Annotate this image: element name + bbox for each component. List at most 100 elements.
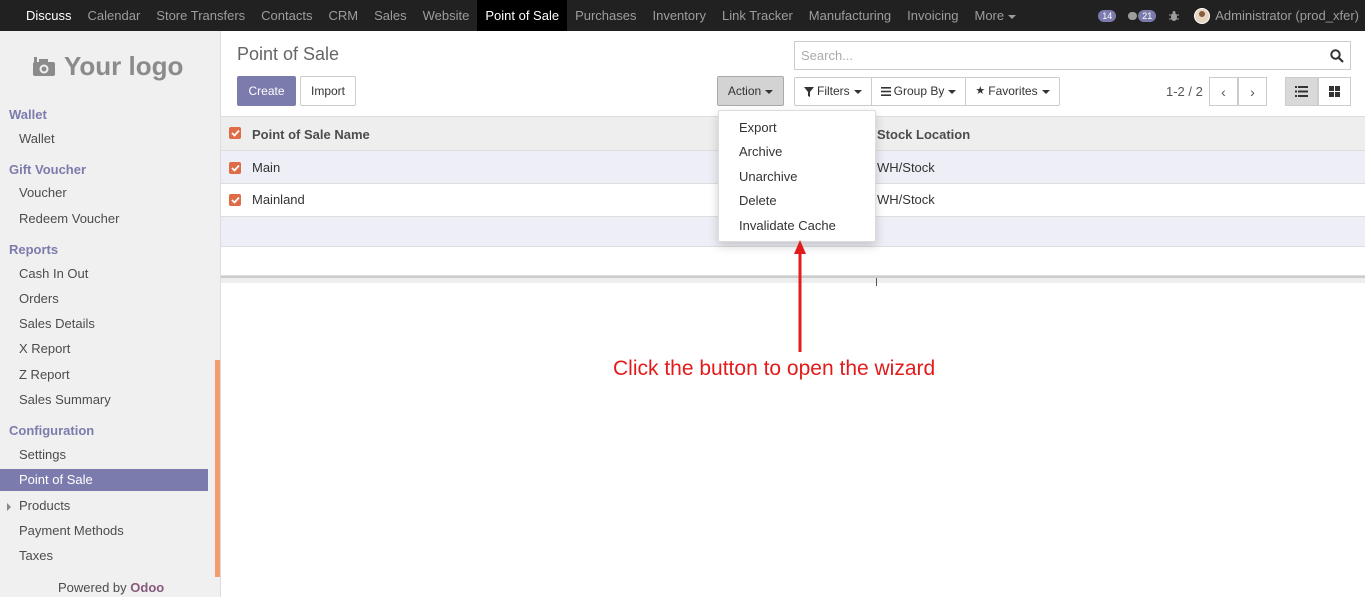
caret-right-icon xyxy=(7,503,11,511)
chevron-down-icon xyxy=(765,89,774,94)
sidebar-item-voucher[interactable]: Voucher xyxy=(0,182,208,204)
sidebar-item-point-of-sale[interactable]: Point of Sale xyxy=(0,469,208,491)
menu-point-of-sale[interactable]: Point of Sale xyxy=(477,0,568,31)
menu-invoicing[interactable]: Invoicing xyxy=(899,0,966,31)
sidebar-item-payment-methods[interactable]: Payment Methods xyxy=(0,520,208,542)
column-header-name[interactable]: Point of Sale Name xyxy=(252,127,370,142)
odoo-link[interactable]: Odoo xyxy=(130,580,164,595)
company-logo[interactable]: Your logo xyxy=(32,51,183,82)
create-button[interactable]: Create xyxy=(237,76,296,106)
sidebar-item-taxes[interactable]: Taxes xyxy=(0,545,208,567)
menu-inventory[interactable]: Inventory xyxy=(644,0,713,31)
chevron-down-icon xyxy=(853,89,862,94)
check-icon xyxy=(230,164,240,172)
sidebar-scrollbar[interactable] xyxy=(215,360,220,577)
action-unarchive[interactable]: Unarchive xyxy=(739,169,798,184)
check-icon xyxy=(230,129,240,137)
check-icon xyxy=(230,196,240,204)
filters-label: Filters xyxy=(817,84,850,98)
column-header-stock-location[interactable]: Stock Location xyxy=(877,127,970,142)
pager-next-button[interactable]: › xyxy=(1238,77,1267,106)
chat-icon xyxy=(1128,11,1138,20)
menu-manufacturing[interactable]: Manufacturing xyxy=(801,0,899,31)
sidebar-item-settings[interactable]: Settings xyxy=(0,444,208,466)
sidebar-item-sales-summary[interactable]: Sales Summary xyxy=(0,389,208,411)
group-by-dropdown[interactable]: Group By xyxy=(872,78,967,105)
filters-dropdown[interactable]: Filters xyxy=(795,78,872,105)
sidebar-item-orders[interactable]: Orders xyxy=(0,288,208,310)
sidebar-item-cash-in-out[interactable]: Cash In Out xyxy=(0,263,208,285)
action-export[interactable]: Export xyxy=(739,120,777,135)
camera-icon xyxy=(33,56,55,76)
cell-name: Main xyxy=(252,160,281,175)
sidebar-item-wallet[interactable]: Wallet xyxy=(0,128,208,150)
chevron-right-icon: › xyxy=(1250,83,1255,100)
menu-link-tracker[interactable]: Link Tracker xyxy=(714,0,801,31)
group-by-label: Group By xyxy=(893,84,945,98)
cell-name: Mainland xyxy=(252,192,305,207)
menu-website[interactable]: Website xyxy=(415,0,478,31)
sidebar-item-redeem-voucher[interactable]: Redeem Voucher xyxy=(0,208,208,230)
action-archive[interactable]: Archive xyxy=(739,144,782,159)
top-navbar: Discuss Calendar Store Transfers Contact… xyxy=(0,0,1365,31)
sidebar-item-z-report[interactable]: Z Report xyxy=(0,364,208,386)
sidebar: Your logo Wallet Wallet Gift Voucher Vou… xyxy=(0,31,221,597)
menu-calendar[interactable]: Calendar xyxy=(80,0,149,31)
row-checkbox[interactable] xyxy=(229,162,241,174)
list-icon xyxy=(1295,86,1308,97)
action-button-label: Action xyxy=(727,84,762,98)
sidebar-item-sales-details[interactable]: Sales Details xyxy=(0,313,208,335)
action-invalidate-cache[interactable]: Invalidate Cache xyxy=(739,218,836,233)
systray: 14 21 Administrator (prod_xfer) xyxy=(1098,0,1359,31)
th-large-icon xyxy=(1329,86,1340,97)
menu-contacts[interactable]: Contacts xyxy=(253,0,320,31)
import-button[interactable]: Import xyxy=(300,76,356,106)
favorites-label: Favorites xyxy=(988,84,1038,98)
list-view-button[interactable] xyxy=(1285,77,1318,106)
pager-value[interactable]: 1-2 / 2 xyxy=(1166,84,1203,99)
page-title: Point of Sale xyxy=(237,44,340,64)
user-menu[interactable]: Administrator (prod_xfer) xyxy=(1215,8,1359,23)
select-all-checkbox[interactable] xyxy=(229,127,241,139)
chevron-left-icon: ‹ xyxy=(1221,83,1226,100)
action-button[interactable]: Action xyxy=(717,76,784,106)
chevron-down-icon xyxy=(1041,89,1050,94)
bug-icon[interactable] xyxy=(1168,10,1180,22)
logo-text: Your logo xyxy=(64,51,184,81)
menu-more-label: More xyxy=(974,8,1005,23)
annotation-text: Click the button to open the wizard xyxy=(613,357,936,380)
annotation-arrow xyxy=(794,240,806,352)
section-configuration: Configuration xyxy=(9,423,95,438)
menu-more[interactable]: More xyxy=(966,0,1024,31)
user-avatar[interactable] xyxy=(1194,7,1211,24)
menu-purchases[interactable]: Purchases xyxy=(567,0,644,31)
messages-button[interactable]: 21 xyxy=(1128,0,1157,31)
action-delete[interactable]: Delete xyxy=(739,193,777,208)
powered-by-label: Powered by xyxy=(58,580,127,595)
sidebar-item-x-report[interactable]: X Report xyxy=(0,338,208,360)
search-options: Filters Group By ★ Favorites xyxy=(794,77,1060,106)
section-reports: Reports xyxy=(9,242,59,257)
filter-icon xyxy=(804,86,814,97)
search-box xyxy=(794,41,1351,70)
search-input[interactable] xyxy=(795,42,1315,69)
row-checkbox[interactable] xyxy=(229,194,241,206)
search-icon[interactable] xyxy=(1330,49,1344,63)
menu-discuss[interactable]: Discuss xyxy=(18,0,80,31)
sidebar-item-products[interactable]: Products xyxy=(0,495,208,517)
activity-button[interactable]: 14 xyxy=(1098,0,1117,31)
action-dropdown-menu: Export Archive Unarchive Delete Invalida… xyxy=(718,110,876,242)
bars-icon xyxy=(880,87,891,96)
kanban-view-button[interactable] xyxy=(1318,77,1351,106)
sidebar-item-products-label: Products xyxy=(19,498,71,513)
section-gift-voucher: Gift Voucher xyxy=(9,162,87,177)
app-menu: Discuss Calendar Store Transfers Contact… xyxy=(0,0,1024,31)
messages-count-badge: 21 xyxy=(1138,9,1157,22)
column-divider xyxy=(876,278,877,286)
chevron-down-icon xyxy=(1008,14,1017,19)
menu-store-transfers[interactable]: Store Transfers xyxy=(148,0,253,31)
menu-crm[interactable]: CRM xyxy=(320,0,366,31)
menu-sales[interactable]: Sales xyxy=(366,0,415,31)
favorites-dropdown[interactable]: ★ Favorites xyxy=(966,78,1058,105)
pager-previous-button[interactable]: ‹ xyxy=(1209,77,1238,106)
